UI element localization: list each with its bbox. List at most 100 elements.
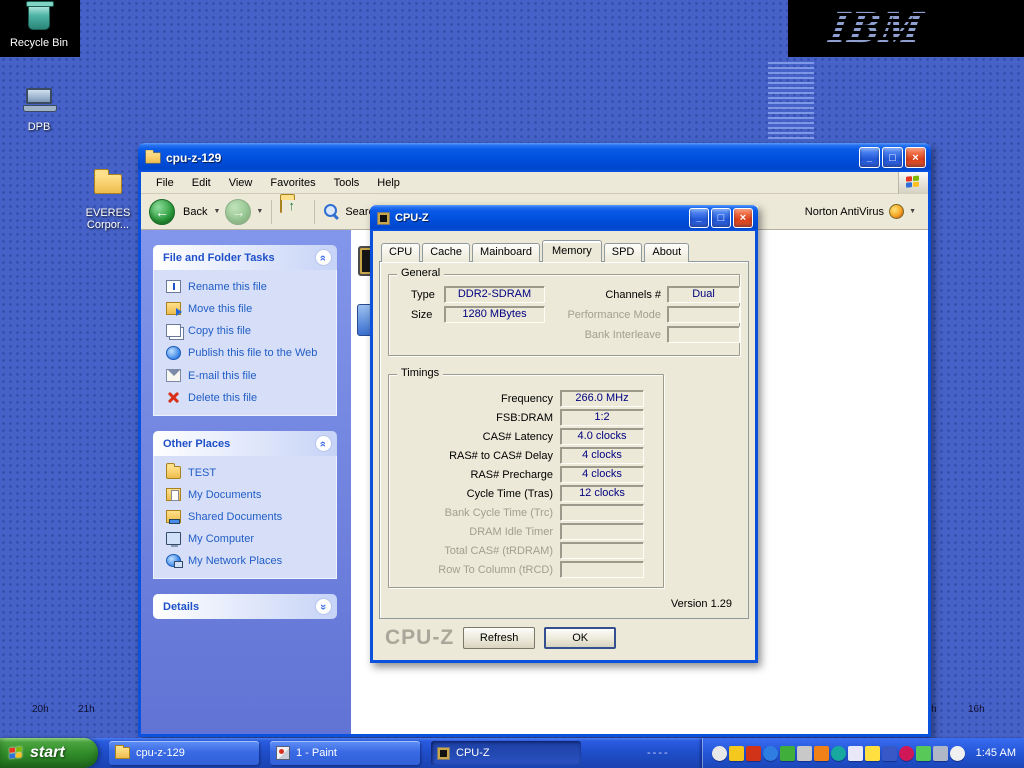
explorer-titlebar[interactable]: cpu-z-129 _ □ × — [138, 143, 931, 172]
maximize-button[interactable]: □ — [711, 208, 731, 228]
desktop-icon-recycle-bin[interactable]: Recycle Bin — [2, 4, 76, 49]
tray-icon[interactable] — [882, 746, 897, 761]
minimize-button[interactable]: _ — [689, 208, 709, 228]
collapse-chevron-icon[interactable]: » — [315, 249, 332, 266]
tray-icon[interactable] — [950, 746, 965, 761]
expand-chevron-icon[interactable]: » — [315, 598, 332, 615]
search-icon[interactable] — [323, 203, 340, 220]
task-delete-file[interactable]: Delete this file — [166, 391, 330, 404]
menu-view[interactable]: View — [220, 174, 262, 192]
place-shared-documents[interactable]: Shared Documents — [166, 510, 330, 523]
desktop-icon-label: Recycle Bin — [2, 37, 76, 49]
task-publish-file[interactable]: Publish this file to the Web — [166, 346, 330, 360]
norton-antivirus-control[interactable]: Norton AntiVirus ▼ — [805, 204, 920, 219]
folder-icon — [166, 466, 181, 479]
cpuz-titlebar[interactable]: CPU-Z _ □ × — [370, 205, 758, 231]
tray-icon[interactable] — [729, 746, 744, 761]
menu-edit[interactable]: Edit — [183, 174, 220, 192]
total-cas-label: Total CAS# (tRDRAM) — [389, 545, 553, 557]
tray-icon[interactable] — [814, 746, 829, 761]
file-folder-tasks-header[interactable]: File and Folder Tasks » — [153, 245, 337, 270]
rename-icon — [166, 280, 181, 293]
collapse-chevron-icon[interactable]: » — [315, 435, 332, 452]
details-header[interactable]: Details » — [153, 594, 337, 619]
timezone-label: 21h — [78, 704, 95, 715]
maximize-button[interactable]: □ — [882, 147, 903, 168]
cycle-time-field: 12 clocks — [560, 485, 644, 502]
menu-favorites[interactable]: Favorites — [261, 174, 324, 192]
place-label: My Network Places — [188, 555, 282, 567]
channels-value-field: Dual — [667, 286, 740, 303]
menu-help[interactable]: Help — [368, 174, 409, 192]
close-button[interactable]: × — [733, 208, 753, 228]
window-title: CPU-Z — [395, 212, 687, 224]
laptop-icon — [23, 88, 55, 118]
cpuz-window: CPU-Z _ □ × CPU Cache Mainboard Memory S… — [370, 205, 758, 663]
forward-button[interactable]: → — [225, 199, 251, 225]
taskbar-task-paint[interactable]: 1 - Paint — [270, 741, 420, 765]
menu-tools[interactable]: Tools — [325, 174, 369, 192]
delete-icon — [166, 391, 181, 404]
other-places-header[interactable]: Other Places » — [153, 431, 337, 456]
performance-mode-field — [667, 306, 740, 323]
other-places-panel: Other Places » TEST My Documents — [153, 431, 337, 579]
task-email-file[interactable]: E-mail this file — [166, 369, 330, 382]
task-rename-file[interactable]: Rename this file — [166, 280, 330, 293]
timing-row: Total CAS# (tRDRAM) — [389, 541, 644, 560]
details-panel: Details » — [153, 594, 337, 619]
tray-icon[interactable] — [899, 746, 914, 761]
tray-icon[interactable] — [763, 746, 778, 761]
frequency-field: 266.0 MHz — [560, 390, 644, 407]
tray-icon[interactable] — [865, 746, 880, 761]
minimize-button[interactable]: _ — [859, 147, 880, 168]
place-my-documents[interactable]: My Documents — [166, 488, 330, 501]
tray-icon[interactable] — [933, 746, 948, 761]
tray-icon[interactable] — [712, 746, 727, 761]
tab-spd[interactable]: SPD — [604, 243, 643, 262]
tab-mainboard[interactable]: Mainboard — [472, 243, 540, 262]
up-button[interactable]: ↑ — [280, 200, 306, 224]
shared-documents-icon — [166, 510, 181, 523]
forward-dropdown-icon[interactable]: ▼ — [256, 208, 263, 215]
task-copy-file[interactable]: Copy this file — [166, 324, 330, 337]
start-button[interactable]: start — [0, 738, 98, 768]
ok-button[interactable]: OK — [544, 627, 616, 649]
ras-to-cas-field: 4 clocks — [560, 447, 644, 464]
tab-cache[interactable]: Cache — [422, 243, 470, 262]
tray-icon[interactable] — [780, 746, 795, 761]
explorer-sidebar: File and Folder Tasks » Rename this file… — [141, 230, 351, 734]
norton-dropdown-icon[interactable]: ▼ — [909, 208, 916, 215]
task-label: 1 - Paint — [296, 747, 337, 759]
tab-about[interactable]: About — [644, 243, 689, 262]
row-to-column-field — [560, 561, 644, 578]
tray-icon[interactable] — [916, 746, 931, 761]
taskbar-task-cpuz129[interactable]: cpu-z-129 — [109, 741, 259, 765]
timing-row: Cycle Time (Tras) 12 clocks — [389, 484, 644, 503]
place-my-network[interactable]: My Network Places — [166, 554, 330, 567]
menu-bar: File Edit View Favorites Tools Help — [141, 172, 928, 194]
taskbar-toolbar-handle[interactable]: ---- — [647, 747, 670, 759]
refresh-button[interactable]: Refresh — [463, 627, 535, 649]
tray-icon[interactable] — [831, 746, 846, 761]
tray-icon[interactable] — [797, 746, 812, 761]
close-button[interactable]: × — [905, 147, 926, 168]
dram-idle-timer-field — [560, 523, 644, 540]
taskbar-clock[interactable]: 1:45 AM — [976, 747, 1016, 759]
timing-row: Row To Column (tRCD) — [389, 560, 644, 579]
bank-interleave-field — [667, 326, 740, 343]
desktop-icon-dpb[interactable]: DPB — [2, 84, 76, 133]
tray-icon[interactable] — [848, 746, 863, 761]
taskbar-task-cpuz[interactable]: CPU-Z — [431, 741, 581, 765]
back-dropdown-icon[interactable]: ▼ — [213, 208, 220, 215]
desktop-icon-everes[interactable]: EVERES Corpor... — [78, 172, 138, 231]
back-button[interactable]: ← — [149, 199, 175, 225]
wallpaper-stripes — [768, 62, 814, 140]
place-test[interactable]: TEST — [166, 466, 330, 479]
tab-cpu[interactable]: CPU — [381, 243, 420, 262]
tab-memory[interactable]: Memory — [542, 240, 602, 262]
place-my-computer[interactable]: My Computer — [166, 532, 330, 545]
desktop-icon-label: DPB — [2, 121, 76, 133]
tray-icon[interactable] — [746, 746, 761, 761]
task-move-file[interactable]: Move this file — [166, 302, 330, 315]
menu-file[interactable]: File — [147, 174, 183, 192]
